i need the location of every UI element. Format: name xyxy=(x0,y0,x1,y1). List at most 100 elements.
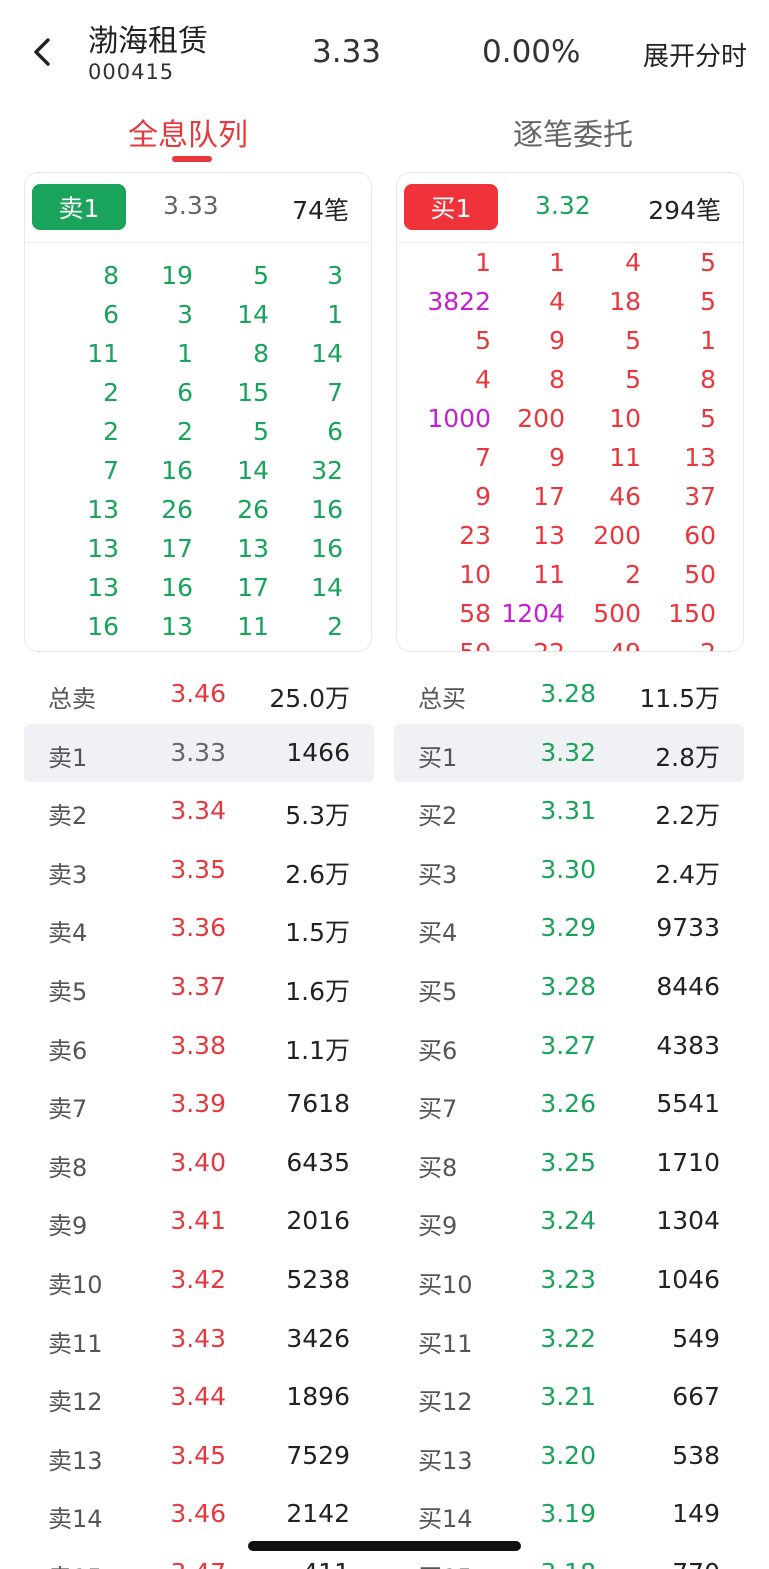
buy1-badge: 买1 xyxy=(404,184,498,230)
sell-level-label: 卖7 xyxy=(48,1095,88,1124)
buy-queue-cell: 5 xyxy=(475,326,491,355)
sell-level-row[interactable]: 卖3 3.35 2.6万 xyxy=(24,841,374,900)
buy-level-row[interactable]: 买14 3.19 149 xyxy=(394,1485,744,1544)
sell-level-row[interactable]: 卖6 3.38 1.1万 xyxy=(24,1017,374,1076)
sell-level-volume: 5238 xyxy=(286,1264,350,1294)
buy-level-row[interactable]: 买5 3.28 8446 xyxy=(394,958,744,1017)
sell-level-row[interactable]: 卖7 3.39 7618 xyxy=(24,1075,374,1134)
back-button[interactable] xyxy=(22,32,62,72)
sell-queue-row: 2 6 15 7 xyxy=(25,373,371,412)
sell-level-price: 3.38 xyxy=(170,1030,226,1060)
sell-level-row[interactable]: 卖2 3.34 5.3万 xyxy=(24,782,374,841)
buy-queue-cell: 22 xyxy=(491,633,565,651)
buy-queue-cell: 46 xyxy=(609,482,641,511)
sell-level-row[interactable]: 卖9 3.41 2016 xyxy=(24,1192,374,1251)
sell-queue-cell: 5 xyxy=(253,417,269,446)
sell-queue-cell: 16 xyxy=(161,456,193,485)
buy-queue-panel: 买1 3.32 294笔 1 1 4 5 3822 4 18 5 5 9 5 1 4 8 5 8 1000 200… xyxy=(396,172,744,652)
buy-level-volume: 2.4万 xyxy=(655,859,720,889)
buy-level-row[interactable]: 总买 3.28 11.5万 xyxy=(394,665,744,724)
sell-level-label: 卖9 xyxy=(48,1212,88,1241)
buy1-queue-price: 3.32 xyxy=(535,191,591,220)
sell-level-row[interactable]: 卖5 3.37 1.6万 xyxy=(24,958,374,1017)
buy-level-label: 买6 xyxy=(418,1036,458,1065)
sell-level-row[interactable]: 卖11 3.43 3426 xyxy=(24,1310,374,1369)
buy-queue-row: 9 17 46 37 xyxy=(397,477,743,516)
buy-queue-row: 5022492 xyxy=(397,633,743,651)
buy-queue-cell: 1000 xyxy=(427,404,491,433)
sell-queue-row: 13 17 13 16 xyxy=(25,529,371,568)
stock-header: 渤海租赁 000415 3.33 0.00% 展开分时 xyxy=(0,0,769,100)
sell-level-price: 3.34 xyxy=(170,796,226,826)
tab-full-queue[interactable]: 全息队列 xyxy=(128,110,248,154)
buy-level-price: 3.28 xyxy=(540,971,596,1001)
buy-queue-cell: 49 xyxy=(565,633,641,651)
sell-order-book: 总卖 3.46 25.0万 卖1 3.33 1466 卖2 3.34 5.3万 卖3 3.35 2.6… xyxy=(24,665,374,1569)
sell-level-row[interactable]: 卖14 3.46 2142 xyxy=(24,1485,374,1544)
sell-level-row[interactable]: 总卖 3.46 25.0万 xyxy=(24,665,374,724)
buy-level-row[interactable]: 买8 3.25 1710 xyxy=(394,1134,744,1193)
buy-queue-grid[interactable]: 1 1 4 5 3822 4 18 5 5 9 5 1 4 8 5 8 1000 200 10 5 7 9 11 13 9 17 4… xyxy=(397,243,743,651)
buy-level-row[interactable]: 买2 3.31 2.2万 xyxy=(394,782,744,841)
chevron-left-icon xyxy=(34,38,50,66)
sell-level-label: 卖13 xyxy=(48,1446,103,1475)
sell-level-row[interactable]: 卖4 3.36 1.5万 xyxy=(24,899,374,958)
buy-queue-cell: 1204 xyxy=(501,599,565,628)
sell-queue-header: 卖1 3.33 74笔 xyxy=(25,173,371,243)
sell-queue-cell: 32 xyxy=(311,456,343,485)
buy-queue-row: 23 13 200 60 xyxy=(397,516,743,555)
sell-level-row[interactable]: 卖1 3.33 1466 xyxy=(24,723,374,783)
buy-level-price: 3.24 xyxy=(540,1206,596,1236)
sell-level-label: 卖8 xyxy=(48,1153,88,1182)
buy-level-label: 买10 xyxy=(418,1270,473,1299)
buy-queue-row: 58 1204 500 150 xyxy=(397,594,743,633)
sell-level-row[interactable]: 卖8 3.40 6435 xyxy=(24,1134,374,1193)
buy-queue-cell: 5 xyxy=(700,248,716,277)
sell-queue-cell: 26 xyxy=(237,495,269,524)
buy-level-row[interactable]: 买9 3.24 1304 xyxy=(394,1192,744,1251)
home-indicator[interactable] xyxy=(248,1541,521,1551)
buy-queue-row: 4 8 5 8 xyxy=(397,360,743,399)
sell-queue-cell: 6 xyxy=(103,300,119,329)
sell-level-price: 3.46 xyxy=(170,1499,226,1529)
buy-level-row[interactable]: 买7 3.26 5541 xyxy=(394,1075,744,1134)
buy-queue-cell: 9 xyxy=(549,443,565,472)
buy-level-volume: 1710 xyxy=(656,1147,720,1177)
buy-order-book: 总买 3.28 11.5万 买1 3.32 2.8万 买2 3.31 2.2万 买3 3.30 2.4… xyxy=(394,665,744,1569)
sell-queue-cell: 3 xyxy=(177,300,193,329)
sell-queue-row: 8 19 5 3 xyxy=(25,256,371,295)
sell-queue-cell: 13 xyxy=(87,573,119,602)
sell-level-row[interactable]: 卖10 3.42 5238 xyxy=(24,1251,374,1310)
sell-level-volume: 1466 xyxy=(286,737,350,767)
buy-queue-cell: 58 xyxy=(459,599,491,628)
buy-level-row[interactable]: 买13 3.20 538 xyxy=(394,1427,744,1486)
buy-level-row[interactable]: 买6 3.27 4383 xyxy=(394,1017,744,1076)
buy-level-row[interactable]: 买10 3.23 1046 xyxy=(394,1251,744,1310)
sell-queue-cell: 19 xyxy=(161,261,193,290)
sell-queue-row: 13 26 26 16 xyxy=(25,490,371,529)
tab-order-by-order[interactable]: 逐笔委托 xyxy=(513,110,633,154)
expand-timeshare-button[interactable]: 展开分时 xyxy=(643,36,747,73)
buy-queue-cell: 13 xyxy=(533,521,565,550)
sell-level-price: 3.33 xyxy=(170,737,226,767)
sell-level-label: 卖14 xyxy=(48,1505,103,1534)
buy-level-price: 3.20 xyxy=(540,1440,596,1470)
buy-level-row[interactable]: 买11 3.22 549 xyxy=(394,1310,744,1369)
buy-level-row[interactable]: 买3 3.30 2.4万 xyxy=(394,841,744,900)
buy-level-row[interactable]: 买1 3.32 2.8万 xyxy=(394,723,744,783)
buy-queue-cell: 18 xyxy=(609,287,641,316)
buy-level-volume: 770 xyxy=(672,1558,720,1569)
sell-level-row[interactable]: 卖12 3.44 1896 xyxy=(24,1368,374,1427)
sell-level-row[interactable]: 卖13 3.45 7529 xyxy=(24,1427,374,1486)
sell-level-price: 3.46 xyxy=(170,679,226,708)
sell-level-volume: 2142 xyxy=(286,1499,350,1529)
buy-level-volume: 549 xyxy=(672,1323,720,1353)
buy-level-volume: 2.8万 xyxy=(655,742,720,772)
buy-level-row[interactable]: 买12 3.21 667 xyxy=(394,1368,744,1427)
sell-queue-cell: 3 xyxy=(327,261,343,290)
sell-queue-cell: 26 xyxy=(161,495,193,524)
sell-level-price: 3.43 xyxy=(170,1323,226,1353)
sell-queue-grid[interactable]: 8 19 5 3 6 3 14 1 11 1 8 14 2 6 15 7 2 2 5 6 7 16 14 32 13 26 26 16… xyxy=(25,256,371,646)
buy-level-row[interactable]: 买4 3.29 9733 xyxy=(394,899,744,958)
sell-level-price: 3.35 xyxy=(170,854,226,884)
